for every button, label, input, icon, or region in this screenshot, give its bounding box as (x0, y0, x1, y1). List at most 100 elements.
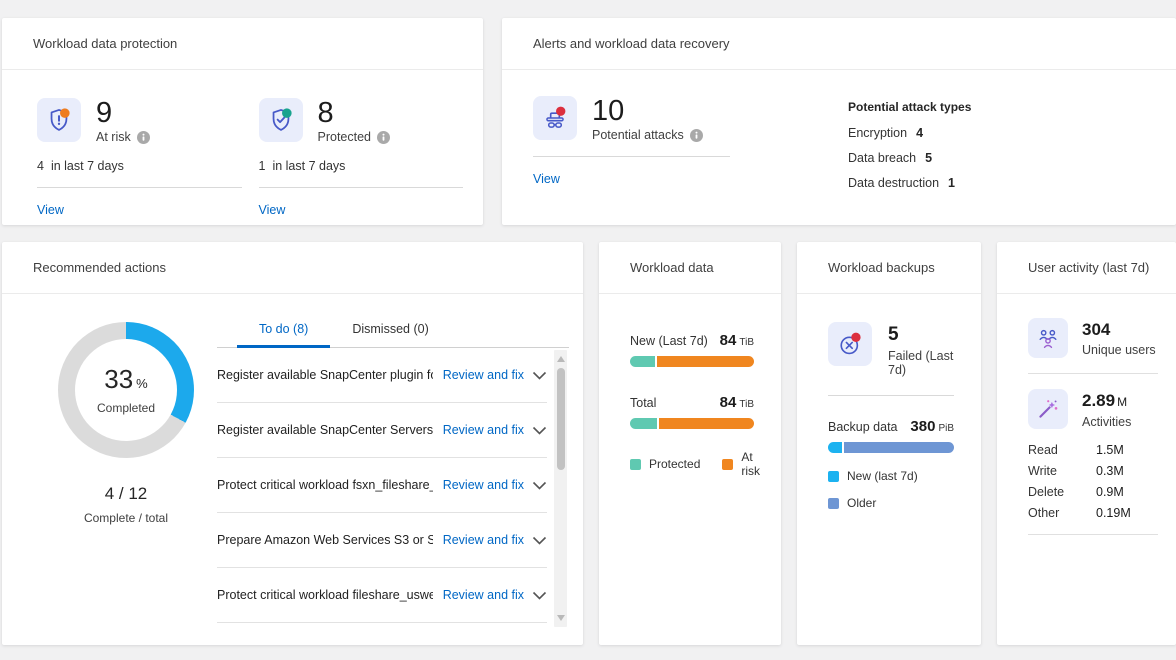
card-body: 10 Potential attacks View P (502, 70, 1176, 225)
sub-label: in last 7 days (272, 159, 345, 173)
review-and-fix-label: Review and fix (443, 588, 524, 602)
card-body: 9 At risk 4in last 7 days (2, 70, 483, 225)
action-text: Protect critical workload fsxn_fileshare… (217, 478, 433, 492)
breakdown-row: Delete 0.9M (1028, 485, 1168, 499)
breakdown-value: 1.5M (1096, 443, 1124, 457)
attacker-icon (533, 96, 577, 140)
attack-type-label: Encryption (848, 126, 907, 140)
breakdown-label: Write (1028, 464, 1096, 478)
attack-type-value: 4 (916, 126, 923, 140)
bar-label: Backup data (828, 420, 898, 434)
info-icon[interactable] (690, 129, 703, 142)
attack-type-label: Data breach (848, 151, 916, 165)
chevron-down-icon (532, 371, 547, 380)
card-title: Workload data protection (33, 36, 177, 51)
review-and-fix-button[interactable]: Review and fix (443, 588, 547, 602)
older-backups-segment (844, 442, 954, 453)
card-header: Workload data (599, 242, 781, 294)
potential-attacks-stat: 10 Potential attacks View (533, 96, 848, 225)
sub-value: 1 (259, 159, 266, 173)
legend-label: Protected (649, 457, 700, 471)
review-and-fix-button[interactable]: Review and fix (443, 368, 547, 382)
protected-sub: 1 in last 7 days (259, 159, 464, 173)
stat-label-row: Potential attacks (592, 128, 703, 142)
divider (1028, 373, 1158, 374)
tab-todo[interactable]: To do (8) (237, 316, 330, 348)
legend-label: At risk (741, 450, 760, 478)
alerts-view-link[interactable]: View (533, 172, 560, 186)
donut-caption: Completed (97, 401, 155, 415)
bar-value: 84TiB (720, 394, 754, 411)
review-and-fix-button[interactable]: Review and fix (443, 533, 547, 547)
bar-label-row: Backup data 380PiB (828, 418, 954, 435)
new-backups-segment (828, 442, 842, 453)
bar-value-unit: PiB (938, 423, 954, 434)
card-user-activity: User activity (last 7d) (997, 242, 1176, 645)
bar-value-unit: TiB (739, 399, 754, 410)
protected-stat: 8 Protected 1 in last 7 days (259, 98, 464, 225)
legend-item-protected: Protected (630, 450, 700, 478)
scroll-up-arrow[interactable] (554, 352, 567, 366)
breakdown-label: Delete (1028, 485, 1096, 499)
info-icon[interactable] (377, 131, 390, 144)
attack-type-value: 1 (948, 176, 955, 190)
legend-item-older: Older (828, 496, 954, 510)
scroll-down-arrow[interactable] (554, 611, 567, 625)
actions-list: Register available SnapCenter plugin for… (217, 348, 569, 625)
info-icon[interactable] (137, 131, 150, 144)
completion-donut: 33% Completed (58, 322, 194, 458)
stat-head: 9 At risk (37, 98, 242, 144)
stat-text: 8 Protected (318, 98, 391, 144)
unique-users-count: 304 (1082, 320, 1156, 340)
bar-value-unit: TiB (739, 337, 754, 348)
potential-attacks-label: Potential attacks (592, 128, 684, 142)
breakdown-row: Read 1.5M (1028, 443, 1168, 457)
review-and-fix-button[interactable]: Review and fix (443, 423, 547, 437)
chevron-down-icon (532, 481, 547, 490)
protected-swatch (630, 459, 641, 470)
activities-label: Activities (1082, 415, 1131, 429)
donut-percent: 33% (104, 366, 147, 397)
attack-type-label: Data destruction (848, 176, 939, 190)
bar-value-number: 84 (720, 394, 737, 411)
protected-view-link[interactable]: View (259, 203, 286, 217)
at-risk-segment (657, 356, 754, 367)
chevron-down-icon (532, 426, 547, 435)
donut-center: 33% Completed (75, 339, 177, 441)
review-and-fix-label: Review and fix (443, 533, 524, 547)
action-text: Prepare Amazon Web Services S3 or Storag… (217, 533, 433, 547)
stat-text: 304 Unique users (1082, 318, 1156, 358)
legend-item-at-risk: At risk (722, 450, 760, 478)
bar-label-row: New (Last 7d) 84TiB (630, 332, 754, 349)
action-row: Register available SnapCenter Servers wi… (217, 403, 547, 458)
tab-dismissed[interactable]: Dismissed (0) (330, 316, 450, 348)
bar-value-number: 380 (910, 418, 935, 435)
bar-value: 380PiB (910, 418, 954, 435)
review-and-fix-label: Review and fix (443, 368, 524, 382)
breakdown-row: Other 0.19M (1028, 506, 1168, 520)
chevron-down-icon (532, 536, 547, 545)
card-title: User activity (last 7d) (1028, 260, 1149, 275)
bar-value-number: 84 (720, 332, 737, 349)
breakdown-row: Write 0.3M (1028, 464, 1168, 478)
divider (533, 156, 730, 157)
review-and-fix-button[interactable]: Review and fix (443, 478, 547, 492)
card-header: Workload backups (797, 242, 981, 294)
activities-stat: 2.89M Activities (1028, 389, 1156, 429)
scrollbar-thumb[interactable] (557, 368, 565, 470)
users-icon (1028, 318, 1068, 358)
divider (828, 395, 954, 396)
scrollbar[interactable] (554, 350, 567, 627)
backup-data-bar-group: Backup data 380PiB (828, 418, 954, 453)
complete-ratio-caption: Complete / total (84, 511, 168, 525)
card-title: Workload data (630, 260, 714, 275)
protected-count: 8 (318, 98, 391, 128)
card-title: Workload backups (828, 260, 935, 275)
bar-value: 84TiB (720, 332, 754, 349)
stat-text: 5 Failed (Last 7d) (888, 322, 954, 377)
card-header: Workload data protection (2, 18, 483, 70)
failed-backup-icon (828, 322, 872, 366)
at-risk-view-link[interactable]: View (37, 203, 64, 217)
at-risk-stat: 9 At risk 4in last 7 days (37, 98, 242, 225)
card-title: Recommended actions (33, 260, 166, 275)
